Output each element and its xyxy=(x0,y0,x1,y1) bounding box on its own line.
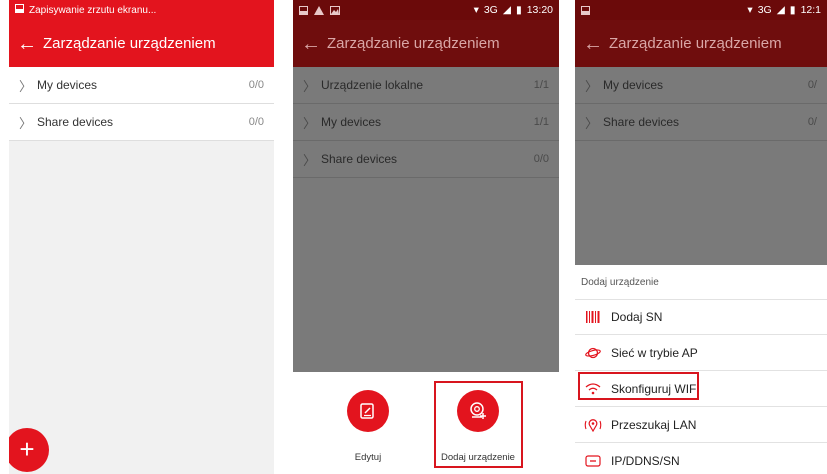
device-list: 〉 My devices 0/0 〉 Share devices 0/0 xyxy=(9,67,274,141)
row-label: Share devices xyxy=(321,152,398,166)
option-search-lan[interactable]: Przeszukaj LAN xyxy=(575,407,827,443)
row-label: Urządzenie lokalne xyxy=(321,78,424,92)
option-label: Sieć w trybie AP xyxy=(611,345,698,360)
barcode-icon xyxy=(583,309,603,325)
chevron-right-icon: 〉 xyxy=(303,152,317,168)
row-label: Share devices xyxy=(603,115,680,129)
title-bar: ← Zarządzanie urządzeniem xyxy=(293,20,559,67)
page-title: Zarządzanie urządzeniem xyxy=(609,35,782,52)
image-icon xyxy=(330,5,340,15)
row-label: My devices xyxy=(603,78,664,92)
option-ip-ddns-sn[interactable]: IP/DDNS/SN xyxy=(575,443,827,474)
row-count: 0/0 xyxy=(533,153,549,165)
edit-action[interactable]: Edytuj xyxy=(325,390,411,463)
page-title: Zarządzanie urządzeniem xyxy=(327,35,500,52)
sheet-title: Dodaj urządzenie xyxy=(581,276,659,288)
title-bar: ← Zarządzanie urządzeniem xyxy=(575,20,827,67)
highlight-box xyxy=(434,381,523,468)
status-text: Zapisywanie zrzutu ekranu... xyxy=(29,4,157,16)
list-item-my-devices[interactable]: 〉 My devices 1/1 xyxy=(293,104,559,141)
back-arrow-icon[interactable]: ← xyxy=(17,34,39,54)
ip-icon xyxy=(583,453,603,469)
network-type: 3G xyxy=(483,4,498,16)
device-list: 〉 Urządzenie lokalne 1/1 〉 My devices 1/… xyxy=(293,67,559,178)
phone-screen-1: Zapisywanie zrzutu ekranu... ← Zarządzan… xyxy=(9,0,274,474)
list-item-my-devices[interactable]: 〉 My devices 0/0 xyxy=(9,67,274,104)
phone-screen-3: ▾ 3G ◢ ▮ 12:1 ← Zarządzanie urządzeniem … xyxy=(575,0,827,474)
add-button[interactable]: + xyxy=(9,428,49,472)
phone-screen-2: ▾ 3G ◢ ▮ 13:20 ← Zarządzanie urządzeniem… xyxy=(293,0,559,474)
row-count: 0/0 xyxy=(248,79,264,91)
location-pin-icon xyxy=(583,417,603,433)
row-count: 1/1 xyxy=(533,79,549,91)
status-bar: ▾ 3G ◢ ▮ 12:1 xyxy=(575,0,827,20)
chevron-right-icon: 〉 xyxy=(303,115,317,131)
title-bar: ← Zarządzanie urządzeniem xyxy=(9,20,274,67)
list-item-local-device[interactable]: 〉 Urządzenie lokalne 1/1 xyxy=(293,67,559,104)
option-label: IP/DDNS/SN xyxy=(611,454,680,468)
row-count: 0/ xyxy=(807,116,817,128)
list-item-my-devices[interactable]: 〉 My devices 0/ xyxy=(575,67,827,104)
battery-icon: ▮ xyxy=(515,4,522,16)
row-count: 0/0 xyxy=(248,116,264,128)
back-arrow-icon[interactable]: ← xyxy=(583,34,605,54)
wifi-signal-icon: ▾ xyxy=(747,4,753,16)
cell-signal-icon: ◢ xyxy=(776,4,785,16)
option-add-sn[interactable]: Dodaj SN xyxy=(575,299,827,335)
row-count: 0/ xyxy=(807,79,817,91)
highlight-box xyxy=(578,372,699,400)
chevron-right-icon: 〉 xyxy=(303,78,317,94)
option-ap-network[interactable]: Sieć w trybie AP xyxy=(575,335,827,371)
back-arrow-icon[interactable]: ← xyxy=(301,34,323,54)
chevron-right-icon: 〉 xyxy=(19,78,33,94)
device-list: 〉 My devices 0/ 〉 Share devices 0/ xyxy=(575,67,827,141)
network-type: 3G xyxy=(757,4,772,16)
status-bar: ▾ 3G ◢ ▮ 13:20 xyxy=(293,0,559,20)
page-title: Zarządzanie urządzeniem xyxy=(43,35,216,52)
wifi-signal-icon: ▾ xyxy=(473,4,479,16)
chevron-right-icon: 〉 xyxy=(585,78,599,94)
screenshot-icon xyxy=(299,5,308,15)
screenshot-icon xyxy=(15,4,24,16)
planet-icon xyxy=(583,345,603,361)
row-label: My devices xyxy=(37,78,98,92)
list-item-share-devices[interactable]: 〉 Share devices 0/0 xyxy=(293,141,559,178)
row-count: 1/1 xyxy=(533,116,549,128)
cell-signal-icon: ◢ xyxy=(502,4,511,16)
notification-icon xyxy=(314,5,324,15)
row-label: Share devices xyxy=(37,115,114,129)
clock: 12:1 xyxy=(800,4,821,16)
list-item-share-devices[interactable]: 〉 Share devices 0/ xyxy=(575,104,827,141)
list-item-share-devices[interactable]: 〉 Share devices 0/0 xyxy=(9,104,274,141)
edit-icon[interactable] xyxy=(347,390,389,432)
chevron-right-icon: 〉 xyxy=(585,115,599,131)
chevron-right-icon: 〉 xyxy=(19,115,33,131)
status-bar: Zapisywanie zrzutu ekranu... xyxy=(9,0,274,20)
clock: 13:20 xyxy=(526,4,553,16)
edit-label: Edytuj xyxy=(354,452,382,463)
option-label: Przeszukaj LAN xyxy=(611,417,697,432)
row-label: My devices xyxy=(321,115,382,129)
option-label: Dodaj SN xyxy=(611,310,663,324)
screenshot-icon xyxy=(581,5,590,15)
battery-icon: ▮ xyxy=(789,4,796,16)
add-device-sheet: Dodaj urządzenie Dodaj SN Sieć w trybie … xyxy=(575,265,827,474)
